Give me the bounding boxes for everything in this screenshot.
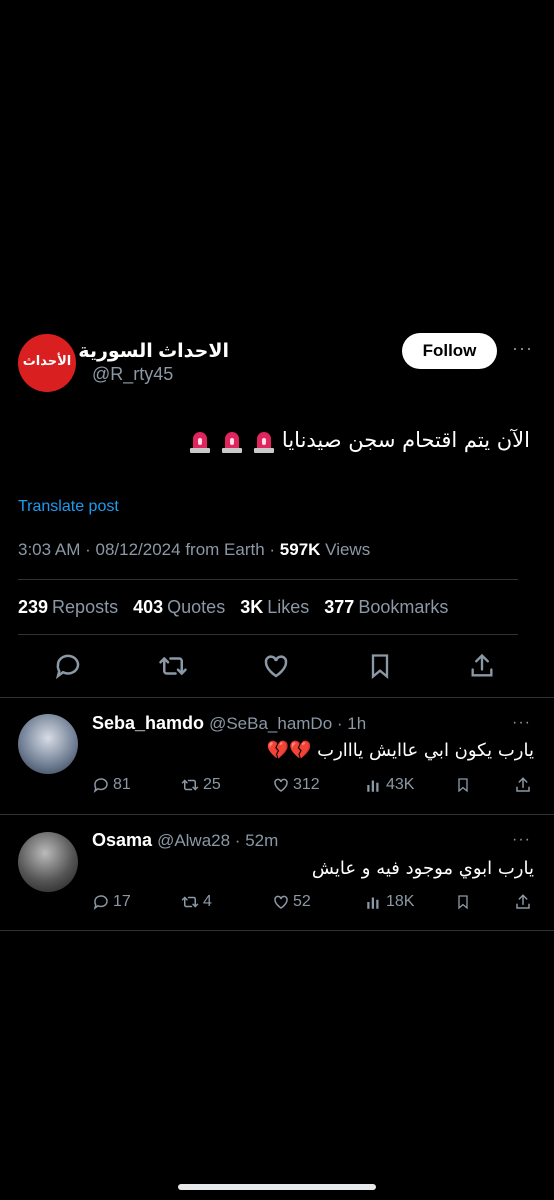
like-count[interactable]: 52 [272,893,311,911]
siren-icon [190,432,211,453]
share-icon[interactable] [514,893,532,911]
follow-button[interactable]: Follow [402,333,497,369]
views-count[interactable]: 43K [365,776,414,794]
more-options-icon[interactable]: ··· [512,338,533,359]
views-icon [367,897,379,909]
repost-icon [181,896,199,908]
quotes-stat[interactable]: 403 Quotes [133,597,225,617]
translate-link[interactable]: Translate post [18,498,119,516]
reply-header: Seba_hamdo @SeBa_hamDo · 1h [92,713,367,733]
divider [0,697,554,698]
reply-avatar[interactable] [18,714,78,774]
engagement-stats: 239 Reposts 403 Quotes 3K Likes 377 Bookmark… [18,597,458,618]
more-options-icon[interactable]: ··· [512,714,531,732]
reply-author-name[interactable]: Seba_hamdo [92,713,204,733]
views-label: Views [325,540,371,559]
reply-text: يارب ابوي موجود فيه و عايش [311,858,534,879]
home-indicator[interactable] [178,1184,376,1190]
reply-action-bar: 81 25 312 43K [0,776,554,800]
avatar-logo-text: الأحداث [22,353,72,369]
repost-count[interactable]: 25 [180,776,221,794]
bookmark-icon[interactable] [455,893,471,911]
reposts-stat[interactable]: 239 Reposts [18,597,118,617]
divider [18,634,518,635]
share-icon[interactable] [514,776,532,794]
bookmarks-stat[interactable]: 377 Bookmarks [324,597,448,617]
like-icon[interactable] [258,648,294,684]
divider [0,930,554,931]
tweet-text: الآن يتم اقتحام سجن صيدنايا [179,428,530,453]
share-icon[interactable] [464,648,500,684]
reply-avatar[interactable] [18,832,78,892]
tweet-time[interactable]: 3:03 AM [18,540,80,559]
divider [18,579,518,580]
siren-icon [254,432,275,453]
views-count: 597K [279,540,321,559]
reply-author-handle[interactable]: @SeBa_hamDo [209,714,332,733]
tweet-date[interactable]: 08/12/2024 [95,540,180,559]
author-name[interactable]: الاحداث السورية [78,340,229,363]
reply-time[interactable]: 52m [245,831,278,850]
reply-action-bar: 17 4 52 18K [0,893,554,917]
reply-author-handle[interactable]: @Alwa28 [157,831,230,850]
reply-count[interactable]: 81 [92,776,131,794]
like-icon [274,895,288,909]
repost-icon[interactable] [155,648,191,684]
repost-icon [181,779,199,791]
reply-text: يارب يكون ابي عاايش يااارب 💔💔 [266,740,534,761]
more-options-icon[interactable]: ··· [512,831,531,849]
views-count[interactable]: 18K [365,893,414,911]
divider [0,814,554,815]
reply-icon [93,778,108,793]
tweet-body: الآن يتم اقتحام سجن صيدنايا [281,428,530,452]
reply-header: Osama @Alwa28 · 52m [92,830,279,850]
like-count[interactable]: 312 [272,776,320,794]
reply-author-name[interactable]: Osama [92,830,152,850]
action-bar [0,648,554,688]
author-avatar[interactable]: الأحداث [18,334,76,392]
author-handle[interactable]: @R_rty45 [92,364,173,385]
siren-icon [222,432,243,453]
like-icon [274,778,288,792]
repost-count[interactable]: 4 [180,893,212,911]
reply-icon [93,895,108,910]
reply-time[interactable]: 1h [347,714,366,733]
reply-icon[interactable] [50,648,86,684]
bookmark-icon[interactable] [455,776,471,794]
tweet-location: from Earth [185,540,265,559]
views-icon [367,780,379,792]
tweet-meta: 3:03 AM · 08/12/2024 from Earth · 597K V… [18,540,371,559]
likes-stat[interactable]: 3K Likes [240,597,309,617]
reply-count[interactable]: 17 [92,893,131,911]
bookmark-icon[interactable] [362,648,398,684]
